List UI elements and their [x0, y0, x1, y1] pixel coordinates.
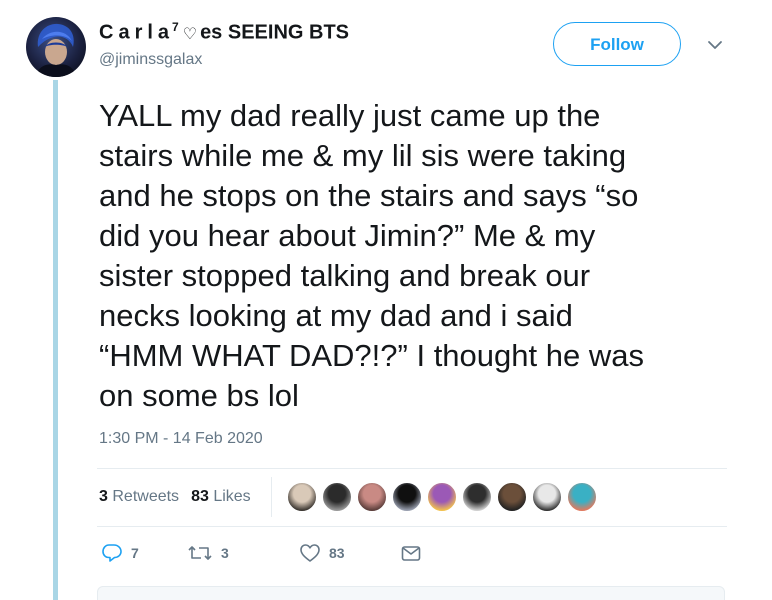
likes-label: Likes: [213, 488, 251, 505]
divider: [97, 468, 727, 469]
reply-box[interactable]: [97, 586, 725, 600]
tweet-text-line: on some bs lol: [99, 378, 299, 413]
divider: [97, 526, 727, 527]
liker-avatar[interactable]: [497, 482, 527, 512]
follow-button[interactable]: Follow: [553, 22, 681, 66]
reply-icon: [102, 544, 122, 562]
author-name-superscript: 7: [172, 20, 179, 34]
likes-count: 83: [191, 488, 209, 505]
stats-separator: [271, 477, 272, 517]
tweet-text-line: and he stops on the stairs and says “so: [99, 178, 639, 213]
liker-avatar[interactable]: [462, 482, 492, 512]
likes-stat[interactable]: 83 Likes: [191, 488, 251, 505]
tweet-text: YALL my dad really just came up the stai…: [99, 96, 739, 416]
liker-avatar[interactable]: [287, 482, 317, 512]
tweet-text-line: “HMM WHAT DAD?!?” I thought he was: [99, 338, 644, 373]
tweet-text-line: did you hear about Jimin?” Me & my: [99, 218, 596, 253]
avatar[interactable]: [26, 17, 86, 77]
retweets-stat[interactable]: 3 Retweets: [99, 488, 179, 505]
liker-avatar[interactable]: [567, 482, 597, 512]
tweet-text-line: YALL my dad really just came up the: [99, 98, 601, 133]
like-count: 83: [329, 545, 345, 561]
author-name-rest: es SEEING BTS: [200, 21, 349, 44]
liker-avatar[interactable]: [322, 482, 352, 512]
thread-line: [53, 80, 58, 600]
reply-count: 7: [131, 545, 139, 561]
tweet-text-line: necks looking at my dad and i said: [99, 298, 573, 333]
author-name-spaced: Carla: [99, 21, 175, 44]
retweets-label: Retweets: [112, 488, 180, 505]
heart-icon: [300, 544, 320, 562]
liker-avatar[interactable]: [532, 482, 562, 512]
message-button[interactable]: [400, 543, 422, 563]
retweet-icon: [188, 546, 212, 560]
tweet-timestamp[interactable]: 1:30 PM - 14 Feb 2020: [99, 430, 263, 448]
chevron-down-icon[interactable]: [706, 38, 724, 52]
envelope-icon: [401, 546, 421, 561]
tweet-text-line: sister stopped talking and break our: [99, 258, 591, 293]
liker-avatar[interactable]: [357, 482, 387, 512]
retweets-count: 3: [99, 488, 108, 505]
heart-icon: ♡: [182, 25, 198, 43]
tweet-text-line: stairs while me & my lil sis were taking: [99, 138, 627, 173]
author-name[interactable]: Carla7 ♡ es SEEING BTS: [99, 20, 349, 45]
retweet-count: 3: [221, 545, 229, 561]
retweet-button[interactable]: 3: [187, 543, 229, 563]
reply-button[interactable]: 7: [101, 543, 139, 563]
like-button[interactable]: 83: [299, 543, 345, 563]
liker-avatar[interactable]: [427, 482, 457, 512]
tweet-stats: 3 Retweets 83 Likes: [99, 488, 251, 506]
liker-avatar[interactable]: [392, 482, 422, 512]
author-handle[interactable]: @jiminssgalax: [99, 51, 202, 69]
avatar-image: [36, 23, 76, 77]
